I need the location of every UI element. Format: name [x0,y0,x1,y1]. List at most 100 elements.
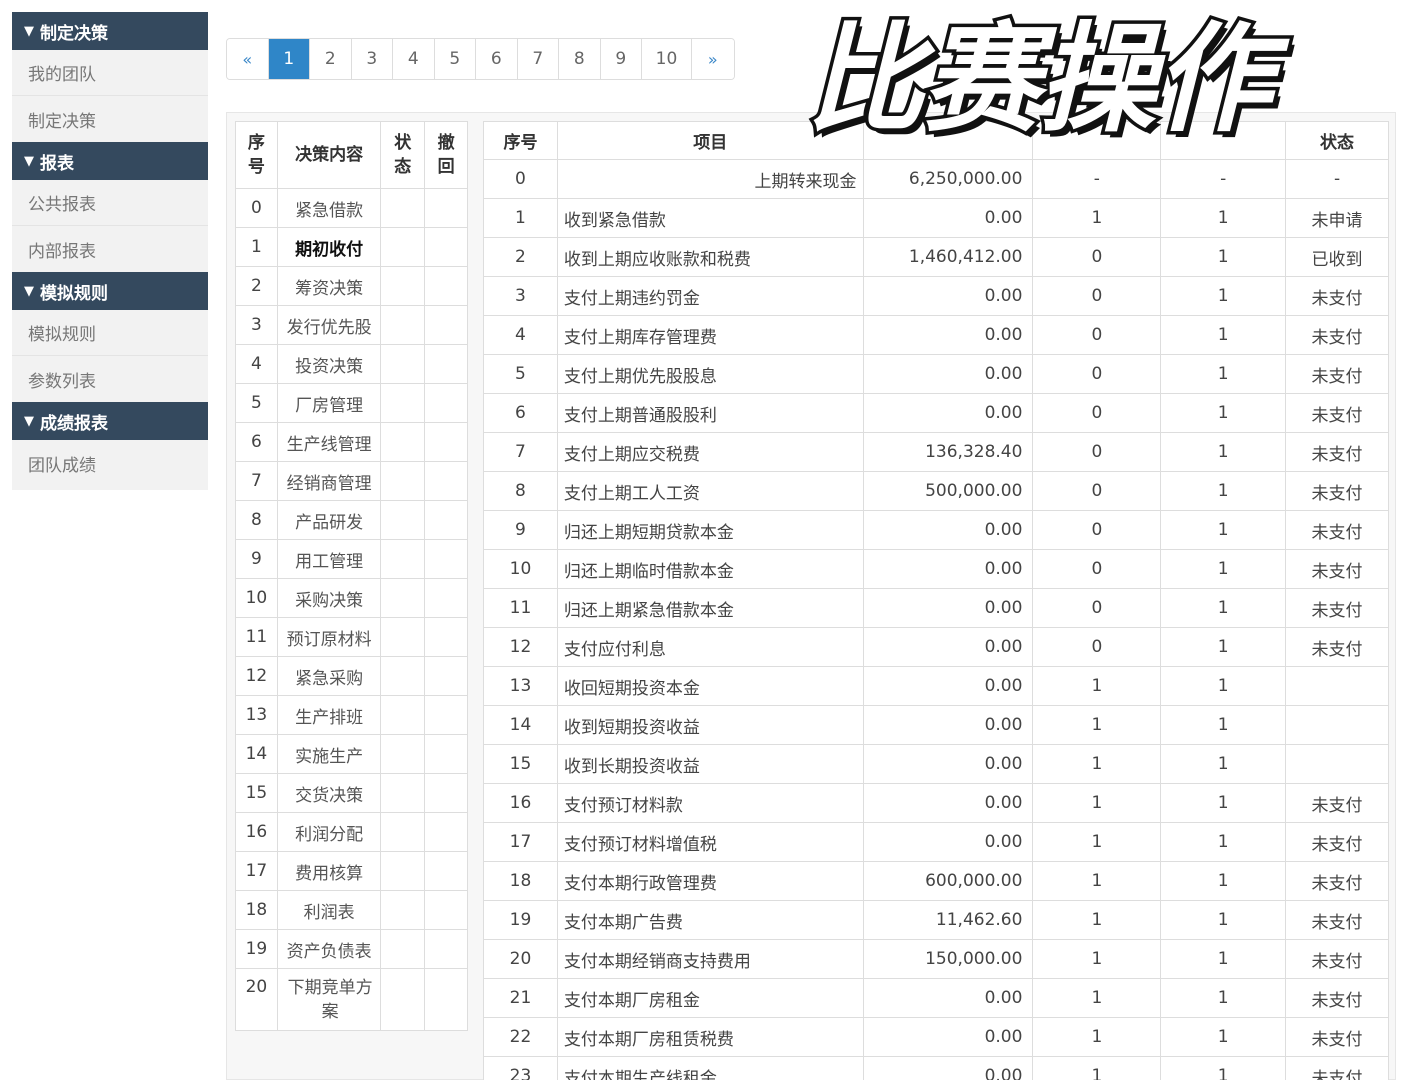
decision-name[interactable]: 经销商管理 [276,461,382,501]
page-next-button[interactable]: » [692,39,734,79]
item-status: 已收到 [1285,237,1389,277]
decision-undo[interactable] [424,851,468,891]
decision-row[interactable]: 5 厂房管理 [235,383,468,423]
decision-name[interactable]: 下期竞单方案 [276,968,382,1031]
decision-row[interactable]: 16 利润分配 [235,812,468,852]
page-button-2[interactable]: 2 [310,39,352,79]
sidebar-item[interactable]: 参数列表 [12,356,208,402]
decision-undo[interactable] [424,344,468,384]
decision-undo[interactable] [424,890,468,930]
decision-name[interactable]: 实施生产 [276,734,382,774]
pagination: «1 2 3 4 5 6 7 8 9 10» [226,38,735,80]
decision-undo[interactable] [424,500,468,540]
decision-name[interactable]: 用工管理 [276,539,382,579]
decision-name[interactable]: 采购决策 [276,578,382,618]
sidebar-item[interactable]: 公共报表 [12,180,208,226]
decision-name[interactable]: 生产线管理 [276,422,382,462]
decision-status [380,656,426,696]
decision-name[interactable]: 资产负债表 [276,929,382,969]
page-button-9[interactable]: 9 [600,39,642,79]
decision-row[interactable]: 17 费用核算 [235,851,468,891]
decision-row[interactable]: 8 产品研发 [235,500,468,540]
decision-name[interactable]: 费用核算 [276,851,382,891]
page-button-7[interactable]: 7 [517,39,559,79]
page-button-3[interactable]: 3 [351,39,393,79]
item-col-a: 0 [1032,588,1162,628]
sidebar-item[interactable]: 模拟规则 [12,310,208,356]
decision-name[interactable]: 生产排班 [276,695,382,735]
decision-undo[interactable] [424,578,468,618]
table-row: 8 支付上期工人工资 500,000.00 0 1 未支付 [483,471,1389,511]
decision-undo[interactable] [424,617,468,657]
decision-row[interactable]: 12 紧急采购 [235,656,468,696]
decision-row[interactable]: 2 筹资决策 [235,266,468,306]
page-button-6[interactable]: 6 [476,39,518,79]
decision-name[interactable]: 发行优先股 [276,305,382,345]
decision-row[interactable]: 9 用工管理 [235,539,468,579]
page-button-8[interactable]: 8 [559,39,601,79]
decision-row[interactable]: 7 经销商管理 [235,461,468,501]
table-row: 5 支付上期优先股股息 0.00 0 1 未支付 [483,354,1389,394]
decision-undo[interactable] [424,968,468,1031]
decision-undo[interactable] [424,461,468,501]
decision-undo[interactable] [424,383,468,423]
decision-name[interactable]: 预订原材料 [276,617,382,657]
decision-undo[interactable] [424,266,468,306]
decision-undo[interactable] [424,227,468,267]
decision-undo[interactable] [424,656,468,696]
decision-row[interactable]: 13 生产排班 [235,695,468,735]
decision-row[interactable]: 18 利润表 [235,890,468,930]
decision-idx: 18 [235,890,278,930]
decision-name[interactable]: 利润分配 [276,812,382,852]
item-status: 未支付 [1285,471,1389,511]
decision-row[interactable]: 10 采购决策 [235,578,468,618]
decision-name[interactable]: 期初收付 [276,227,382,267]
decision-name[interactable]: 利润表 [276,890,382,930]
decision-undo[interactable] [424,188,468,228]
decision-undo[interactable] [424,734,468,774]
decision-undo[interactable] [424,773,468,813]
decision-row[interactable]: 19 资产负债表 [235,929,468,969]
sidebar-item[interactable]: 团队成绩 [12,440,208,486]
decision-status [380,305,426,345]
page-button-4[interactable]: 4 [393,39,435,79]
decision-name[interactable]: 交货决策 [276,773,382,813]
item-amount: 0.00 [862,627,1034,667]
sidebar-item[interactable]: 内部报表 [12,226,208,272]
sidebar-section-header[interactable]: ▼ 报表 [12,142,208,180]
decision-row[interactable]: 0 紧急借款 [235,188,468,228]
page-button-5[interactable]: 5 [434,39,476,79]
item-col-b: - [1160,159,1287,199]
decision-row[interactable]: 3 发行优先股 [235,305,468,345]
sidebar-section-header[interactable]: ▼ 制定决策 [12,12,208,50]
decision-name[interactable]: 厂房管理 [276,383,382,423]
decision-row[interactable]: 20 下期竞单方案 [235,968,468,1031]
decision-undo[interactable] [424,695,468,735]
decision-name[interactable]: 产品研发 [276,500,382,540]
decision-name[interactable]: 投资决策 [276,344,382,384]
decision-row[interactable]: 6 生产线管理 [235,422,468,462]
sidebar-section-header[interactable]: ▼ 模拟规则 [12,272,208,310]
decision-undo[interactable] [424,539,468,579]
page-button-10[interactable]: 10 [642,39,692,79]
decision-undo[interactable] [424,929,468,969]
decision-undo[interactable] [424,812,468,852]
decision-name[interactable]: 紧急借款 [276,188,382,228]
decision-row[interactable]: 11 预订原材料 [235,617,468,657]
decision-idx: 20 [235,968,278,1031]
decision-name[interactable]: 紧急采购 [276,656,382,696]
decision-row[interactable]: 15 交货决策 [235,773,468,813]
sidebar-item[interactable]: 制定决策 [12,96,208,142]
decision-row[interactable]: 4 投资决策 [235,344,468,384]
page-button-1[interactable]: 1 [268,39,310,79]
decision-row[interactable]: 1 期初收付 [235,227,468,267]
decision-undo[interactable] [424,305,468,345]
decision-row[interactable]: 14 实施生产 [235,734,468,774]
sidebar-section-header[interactable]: ▼ 成绩报表 [12,402,208,440]
decision-undo[interactable] [424,422,468,462]
decision-name[interactable]: 筹资决策 [276,266,382,306]
item-status [1285,705,1389,745]
item-name: 收到长期投资收益 [556,744,864,784]
sidebar-item[interactable]: 我的团队 [12,50,208,96]
page-prev-button[interactable]: « [227,39,269,79]
